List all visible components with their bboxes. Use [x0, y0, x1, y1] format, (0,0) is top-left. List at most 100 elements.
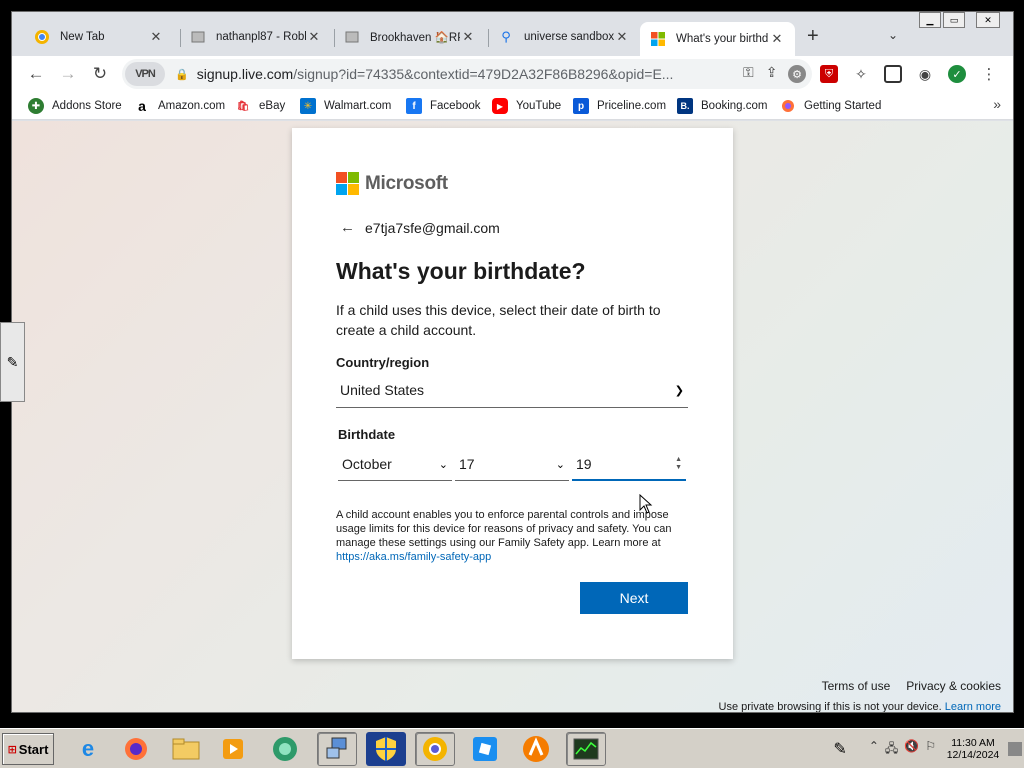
pen-tool-widget[interactable]: ✎: [0, 322, 25, 402]
orange-app-icon[interactable]: [516, 732, 556, 766]
tab-title: What's your birthd: [676, 33, 769, 45]
facebook-icon: f: [406, 98, 422, 114]
internet-explorer-icon[interactable]: e: [68, 732, 108, 766]
chevron-down-icon: ⌄: [555, 458, 565, 471]
mouse-cursor-icon: [639, 493, 653, 519]
bookmark-label: eBay: [259, 100, 286, 112]
close-tab-icon[interactable]: ✕: [460, 29, 476, 45]
chrome-icon: [34, 29, 50, 45]
bookmark-priceline[interactable]: p Priceline.com: [573, 98, 666, 114]
shield-icon[interactable]: [366, 732, 406, 766]
learn-more-link[interactable]: Learn more: [945, 701, 1001, 712]
lock-icon[interactable]: 🔒: [175, 68, 189, 81]
tab-new-tab[interactable]: New Tab ✕: [24, 22, 174, 52]
close-tab-icon[interactable]: ✕: [306, 29, 322, 45]
firefox-icon[interactable]: [116, 732, 156, 766]
bookmark-walmart[interactable]: ✳ Walmart.com: [300, 98, 391, 114]
system-tray: ✎ ⌃ 🖧 🔇 ⚐ 11:30 AM 12/14/2024: [833, 732, 1024, 766]
media-player-icon[interactable]: [213, 732, 253, 766]
next-button[interactable]: Next: [580, 582, 688, 614]
privacy-link[interactable]: Privacy & cookies: [906, 679, 1001, 693]
network-computer-icon[interactable]: [317, 732, 357, 766]
roblox-icon: [344, 29, 360, 45]
chat-app-icon[interactable]: [265, 732, 305, 766]
tab-title: universe sandbox: [524, 31, 614, 43]
bookmark-ebay[interactable]: 🛍 eBay: [235, 98, 286, 114]
kebab-menu-icon[interactable]: ⋮: [980, 65, 998, 83]
show-hidden-icons-icon[interactable]: ⌃: [869, 739, 879, 760]
page-title: What's your birthdate?: [336, 258, 586, 284]
bookmark-facebook[interactable]: f Facebook: [406, 98, 481, 114]
bookmark-getting-started[interactable]: Getting Started: [780, 98, 881, 114]
roblox-studio-icon[interactable]: [465, 732, 505, 766]
tab-search-chevron-icon[interactable]: ⌄: [888, 28, 898, 42]
profile-icon[interactable]: ◉: [916, 65, 934, 83]
url-host: signup.live.com: [196, 66, 294, 82]
close-window-button[interactable]: ✕: [976, 12, 1000, 28]
chrome-taskbar-icon[interactable]: [415, 732, 455, 766]
start-label: Start: [18, 741, 49, 757]
ublock-shield-icon[interactable]: ⛨: [820, 65, 838, 83]
clock-date: 12/14/2024: [946, 749, 1000, 761]
minimize-button[interactable]: ▁: [919, 12, 941, 28]
task-manager-icon[interactable]: [566, 732, 606, 766]
family-safety-link[interactable]: https://aka.ms/family-safety-app: [336, 551, 491, 563]
address-bar[interactable]: VPN 🔒 signup.live.com/signup?id=74335&co…: [122, 59, 812, 89]
country-select[interactable]: United States ❯: [336, 373, 688, 408]
sidepanel-icon[interactable]: [884, 65, 902, 83]
tab-universe-sandbox[interactable]: ⚲ universe sandbox ✕: [488, 22, 640, 52]
chevron-down-icon: ⌄: [438, 458, 448, 471]
bookmark-addons-store[interactable]: ✚ Addons Store: [28, 98, 122, 114]
youtube-icon: ▶: [492, 98, 508, 114]
show-desktop-icon[interactable]: [1008, 742, 1022, 756]
terms-link[interactable]: Terms of use: [822, 679, 891, 693]
back-to-email[interactable]: ← e7tja7sfe@gmail.com: [340, 219, 500, 236]
bookmark-youtube[interactable]: ▶ YouTube: [492, 98, 561, 114]
clock[interactable]: 11:30 AM 12/14/2024: [942, 737, 1004, 761]
extension-gear-icon[interactable]: ⚙: [788, 65, 806, 83]
back-arrow-icon[interactable]: ←: [25, 63, 47, 85]
back-arrow-icon[interactable]: ←: [340, 219, 355, 236]
number-spinner-icon[interactable]: ▲ ▼: [675, 456, 682, 472]
bookmark-label: Booking.com: [701, 100, 768, 112]
new-tab-button[interactable]: +: [807, 25, 819, 48]
volume-muted-icon[interactable]: 🔇: [904, 739, 919, 760]
bookmark-label: Priceline.com: [597, 100, 667, 112]
extension-icons: ⚙ ⛨ ✧ ◉ ✓ ⋮: [788, 65, 998, 83]
signup-page: Microsoft ← e7tja7sfe@gmail.com What's y…: [12, 121, 1013, 712]
day-select[interactable]: 17 ⌄: [455, 448, 569, 481]
birthdate-label: Birthdate: [338, 427, 396, 442]
network-icon[interactable]: 🖧: [885, 739, 898, 760]
tab-roblox-profile[interactable]: nathanpl87 - Roblo ✕: [180, 22, 332, 52]
chevron-down-icon: ❯: [674, 384, 684, 397]
country-value: United States: [340, 382, 425, 398]
forward-arrow-icon[interactable]: →: [57, 63, 79, 85]
browser-window: New Tab ✕ nathanpl87 - Roblo ✕ Brookhave…: [11, 11, 1014, 713]
close-tab-icon[interactable]: ✕: [614, 29, 630, 45]
tab-birthdate[interactable]: What's your birthd ✕: [640, 22, 795, 56]
close-tab-icon[interactable]: ✕: [769, 31, 785, 47]
pen-tray-icon[interactable]: ✎: [833, 739, 846, 759]
action-center-flag-icon[interactable]: ⚐: [925, 739, 936, 760]
url-text[interactable]: signup.live.com/signup?id=74335&contexti…: [197, 66, 677, 82]
reload-icon[interactable]: ↻: [89, 63, 111, 85]
email-identity: e7tja7sfe@gmail.com: [365, 219, 500, 236]
footer-links: Terms of use Privacy & cookies: [822, 679, 1001, 693]
share-icon[interactable]: ⇪: [766, 64, 778, 81]
maximize-button[interactable]: ▭: [943, 12, 965, 28]
security-check-icon[interactable]: ✓: [948, 65, 966, 83]
month-select[interactable]: October ⌄: [338, 448, 452, 481]
key-icon[interactable]: ⚿: [743, 64, 754, 81]
tab-brookhaven[interactable]: Brookhaven 🏠RP ✕: [334, 22, 486, 52]
close-tab-icon[interactable]: ✕: [148, 29, 164, 45]
start-button[interactable]: ⊞ Start: [2, 733, 54, 765]
day-value: 17: [459, 456, 475, 472]
brand-name: Microsoft: [365, 172, 448, 194]
bookmark-amazon[interactable]: a Amazon.com: [134, 98, 225, 114]
bookmark-booking[interactable]: B. Booking.com: [677, 98, 767, 114]
year-input[interactable]: 19 ▲ ▼: [572, 448, 686, 481]
bookmarks-overflow-icon[interactable]: »: [993, 96, 1001, 112]
puzzle-icon[interactable]: ✧: [852, 65, 870, 83]
folder-icon[interactable]: [166, 732, 206, 766]
vpn-badge[interactable]: VPN: [125, 62, 165, 86]
